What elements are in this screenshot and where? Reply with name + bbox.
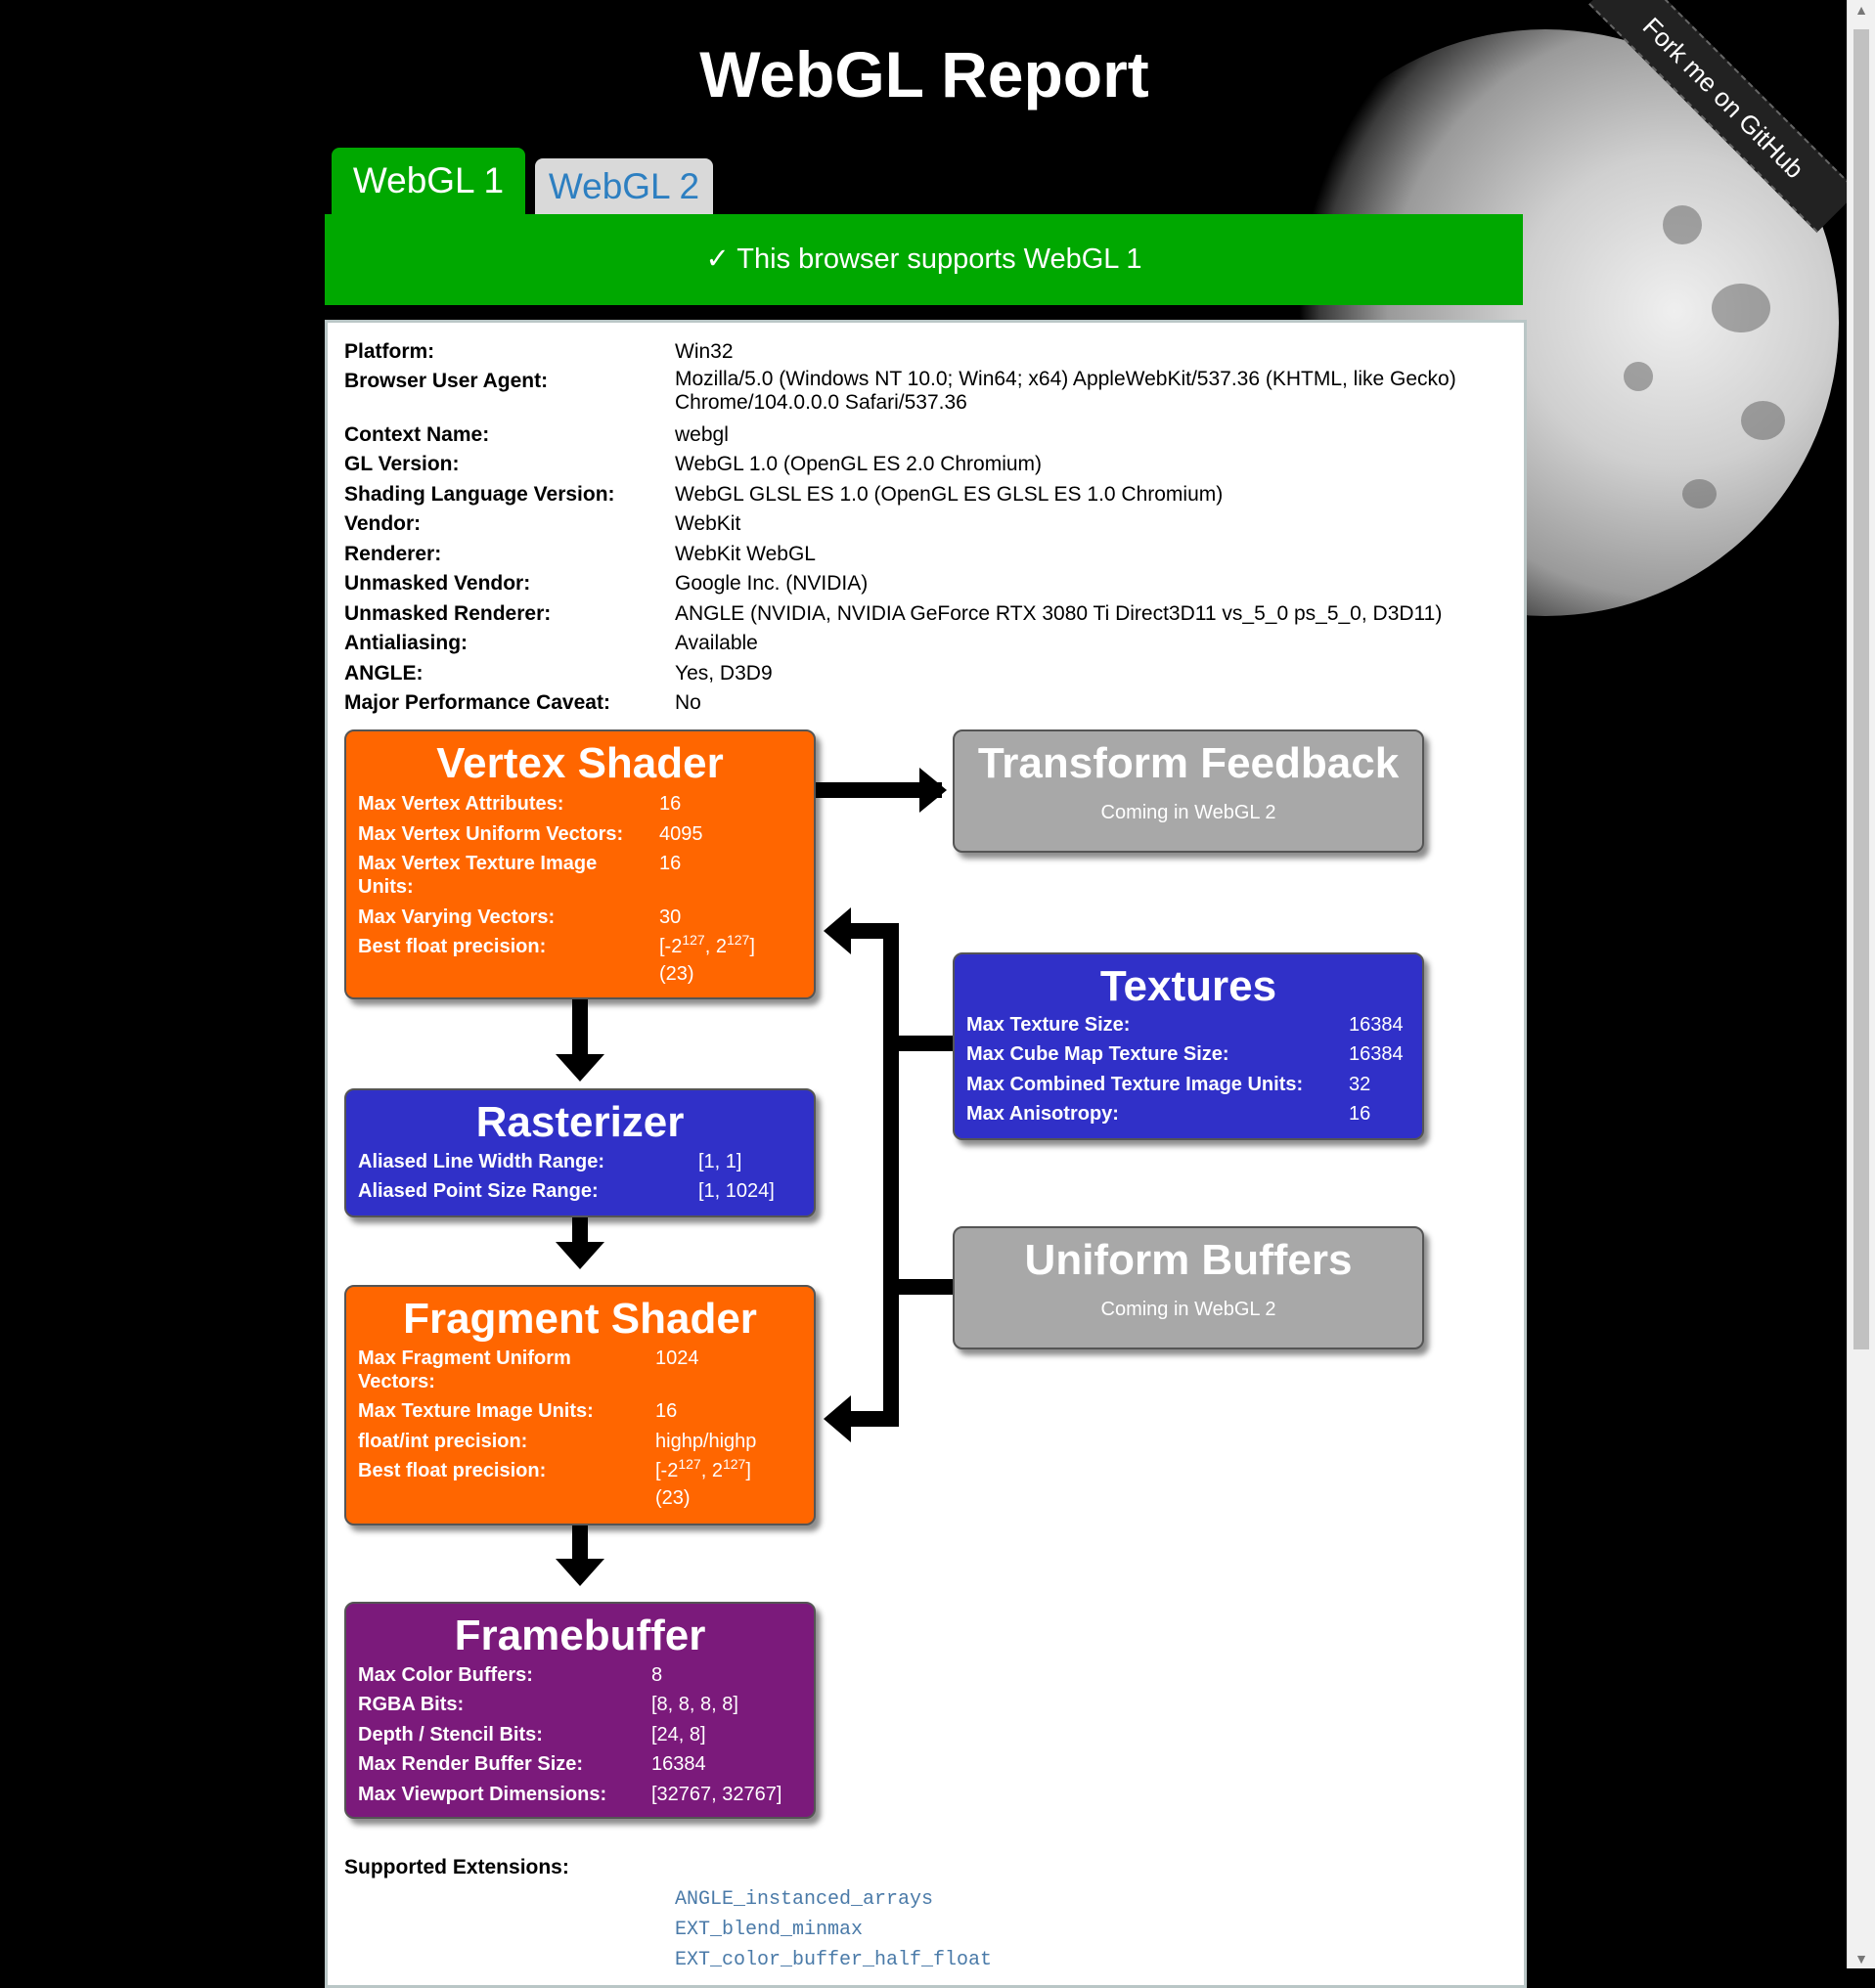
vertical-scrollbar[interactable]: ▲ ▼ — [1847, 0, 1875, 1968]
stat-value-mantissa: (23) — [659, 963, 694, 985]
transform-feedback-title: Transform Feedback — [977, 739, 1400, 787]
stat-label: Max Vertex Attributes: — [358, 793, 564, 815]
scrollbar-thumb[interactable] — [1853, 29, 1869, 1349]
stat-value: [24, 8] — [651, 1724, 706, 1745]
pipeline-arrows — [556, 768, 955, 1586]
stat-label: Best float precision: — [358, 936, 547, 957]
stat-value: 1024 — [655, 1347, 699, 1369]
extensions-label: Supported Extensions: — [344, 1856, 569, 1878]
stat-value: 32 — [1349, 1074, 1371, 1095]
stat-label: Max Varying Vectors: — [358, 906, 556, 928]
stat-value: 30 — [659, 906, 682, 928]
stat-label: Max Vertex Texture Image Units: — [358, 853, 598, 898]
uniform-buffers-title: Uniform Buffers — [1024, 1236, 1353, 1284]
stat-label: Max Color Buffers: — [358, 1664, 533, 1686]
stat-value: [-2127, 2127] — [655, 1456, 751, 1481]
stat-label: Max Anisotropy: — [966, 1103, 1119, 1125]
vertex-shader-title: Vertex Shader — [436, 739, 724, 787]
transform-feedback-box: Transform Feedback Coming in WebGL 2 — [953, 729, 1424, 853]
stat-label: Max Texture Size: — [966, 1014, 1131, 1036]
uniform-buffers-box: Uniform Buffers Coming in WebGL 2 — [953, 1226, 1424, 1349]
transform-feedback-note: Coming in WebGL 2 — [1100, 802, 1276, 823]
stat-label: float/int precision: — [358, 1431, 528, 1452]
stat-label: Max Viewport Dimensions: — [358, 1784, 607, 1805]
uniform-buffers-note: Coming in WebGL 2 — [1100, 1299, 1276, 1320]
stat-value: 16384 — [651, 1753, 706, 1775]
stat-label: Max Cube Map Texture Size: — [966, 1043, 1229, 1065]
stat-value: 16384 — [1349, 1043, 1404, 1065]
stat-value: [1, 1024] — [698, 1180, 775, 1202]
stat-value: 16 — [659, 793, 682, 815]
stat-label: Max Render Buffer Size: — [358, 1753, 584, 1775]
extension-item: EXT_blend_minmax — [675, 1919, 864, 1941]
stat-value: 8 — [651, 1664, 663, 1686]
textures-box: Textures Max Texture Size: 16384 Max Cub… — [953, 952, 1424, 1140]
stat-value: [1, 1] — [698, 1151, 742, 1172]
stat-label: RGBA Bits: — [358, 1694, 465, 1715]
stat-value: 4095 — [659, 823, 703, 845]
stat-label: Max Vertex Uniform Vectors: — [358, 823, 624, 845]
stat-label: Depth / Stencil Bits: — [358, 1724, 543, 1745]
rasterizer-title: Rasterizer — [475, 1098, 685, 1146]
fragment-shader-title: Fragment Shader — [403, 1295, 757, 1343]
stat-label: Aliased Line Width Range: — [358, 1151, 605, 1172]
stat-label: Best float precision: — [358, 1460, 547, 1481]
stat-value: highp/highp — [655, 1431, 757, 1452]
fragment-shader-box: Fragment Shader Max Fragment Uniform Vec… — [344, 1285, 816, 1525]
vertex-shader-box: Vertex Shader Max Vertex Attributes: 16 … — [344, 729, 816, 999]
rasterizer-box: Rasterizer Aliased Line Width Range: [1,… — [344, 1088, 816, 1217]
stat-label: Aliased Point Size Range: — [358, 1180, 599, 1202]
textures-title: Textures — [1099, 962, 1277, 1010]
framebuffer-title: Framebuffer — [454, 1612, 706, 1659]
stat-label: Max Fragment Uniform Vectors: — [358, 1347, 571, 1392]
extension-item: ANGLE_instanced_arrays — [675, 1888, 934, 1911]
stat-value: 16384 — [1349, 1014, 1404, 1036]
stat-label: Max Texture Image Units: — [358, 1400, 594, 1422]
stat-value: [32767, 32767] — [651, 1784, 782, 1805]
stat-value: 16 — [1349, 1103, 1371, 1125]
stat-value: 16 — [655, 1400, 678, 1422]
framebuffer-box: Framebuffer Max Color Buffers: 8 RGBA Bi… — [344, 1602, 816, 1819]
scroll-down-arrow-icon[interactable]: ▼ — [1848, 1949, 1875, 1968]
stat-value: [-2127, 2127] — [659, 932, 755, 957]
scroll-up-arrow-icon[interactable]: ▲ — [1848, 0, 1875, 20]
stat-value: 16 — [659, 853, 682, 874]
stat-label: Max Combined Texture Image Units: — [966, 1074, 1304, 1095]
stat-value: [8, 8, 8, 8] — [651, 1694, 738, 1715]
stat-value-mantissa: (23) — [655, 1487, 691, 1509]
